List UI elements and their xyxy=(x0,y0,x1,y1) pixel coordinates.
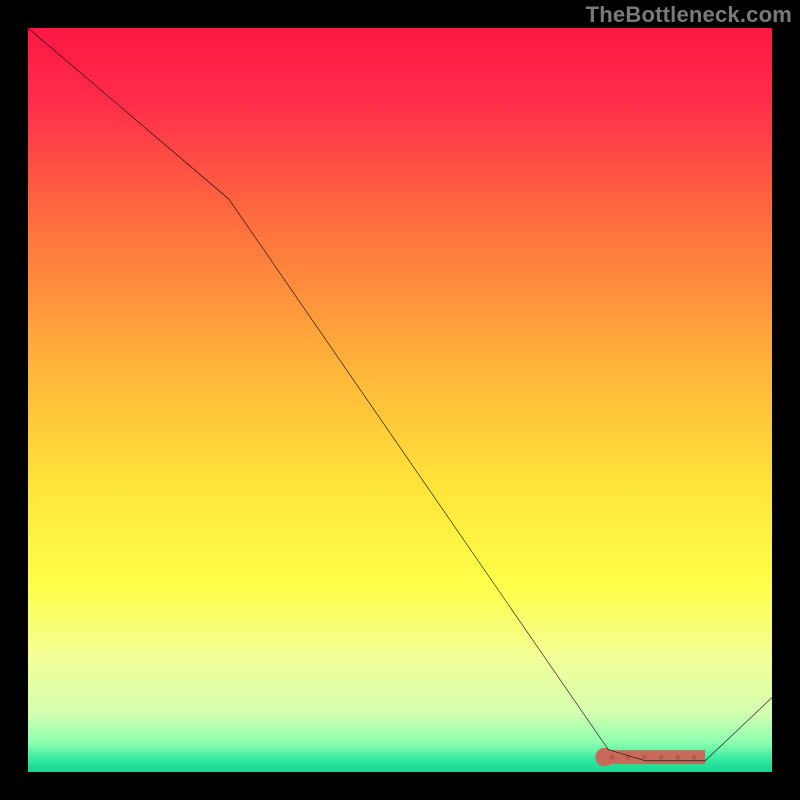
marker-dot xyxy=(675,755,680,760)
plot-area xyxy=(28,28,772,772)
marker-dot xyxy=(642,755,647,760)
gradient-background xyxy=(28,28,772,772)
chart-frame: TheBottleneck.com xyxy=(0,0,800,800)
bottleneck-chart xyxy=(28,28,772,772)
marker-dot xyxy=(609,755,614,760)
watermark-text: TheBottleneck.com xyxy=(586,2,792,28)
marker-dot xyxy=(659,755,664,760)
marker-dot xyxy=(691,755,696,760)
marker-body xyxy=(605,750,705,764)
